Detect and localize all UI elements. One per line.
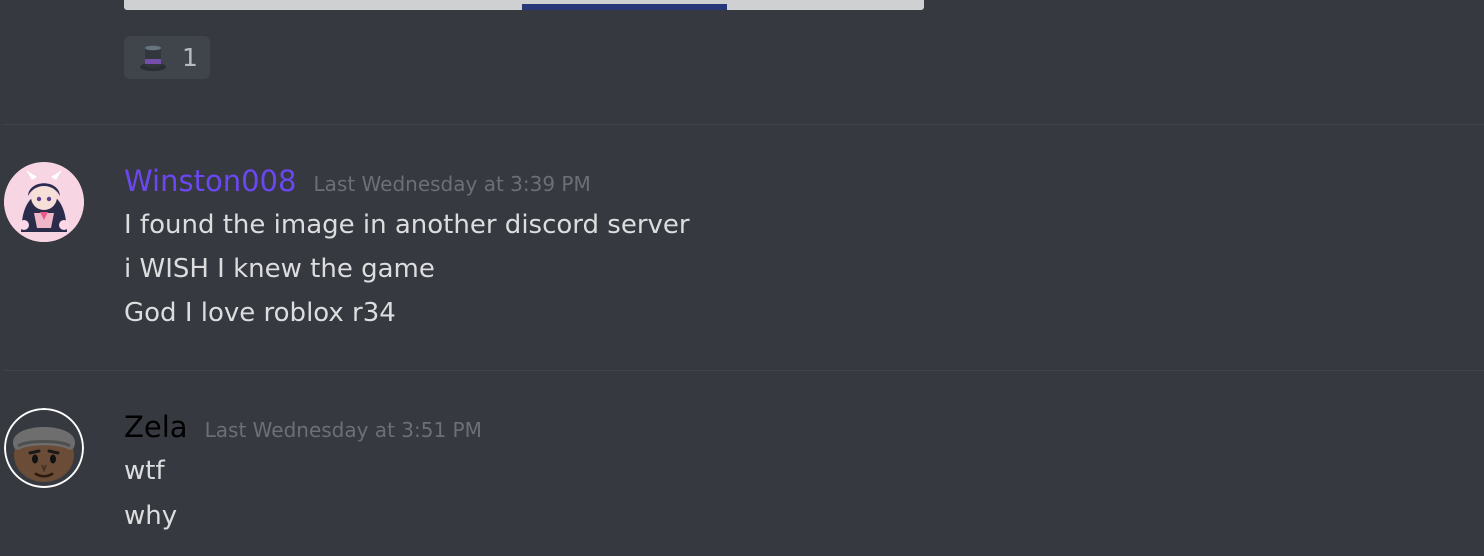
message-text: i WISH I knew the game: [124, 254, 435, 284]
reaction-button[interactable]: 1: [124, 36, 210, 79]
avatar[interactable]: [4, 162, 84, 242]
image-attachment[interactable]: [124, 0, 924, 10]
timestamp: Last Wednesday at 3:39 PM: [313, 172, 591, 196]
message-text: I found the image in another discord ser…: [124, 210, 690, 240]
message-divider: [4, 370, 1484, 371]
message-text: why: [124, 501, 178, 531]
message-text: wtf: [124, 456, 165, 486]
timestamp: Last Wednesday at 3:51 PM: [204, 418, 482, 442]
message-text: God I love roblox r34: [124, 298, 396, 328]
message-header: Winston008 Last Wednesday at 3:39 PM: [124, 164, 591, 198]
reaction-count: 1: [182, 43, 198, 72]
message-divider: [4, 124, 1484, 125]
username[interactable]: Winston008: [124, 164, 296, 198]
chat-messages-pane: 1 Winston008 Last Wednesday at 3:39 PM I…: [0, 0, 1484, 556]
username[interactable]: Zela: [124, 410, 188, 444]
message-header: Zela Last Wednesday at 3:51 PM: [124, 410, 482, 444]
avatar[interactable]: [4, 408, 84, 488]
top-hat-icon: [138, 43, 168, 73]
image-attachment-detail: [522, 4, 727, 10]
